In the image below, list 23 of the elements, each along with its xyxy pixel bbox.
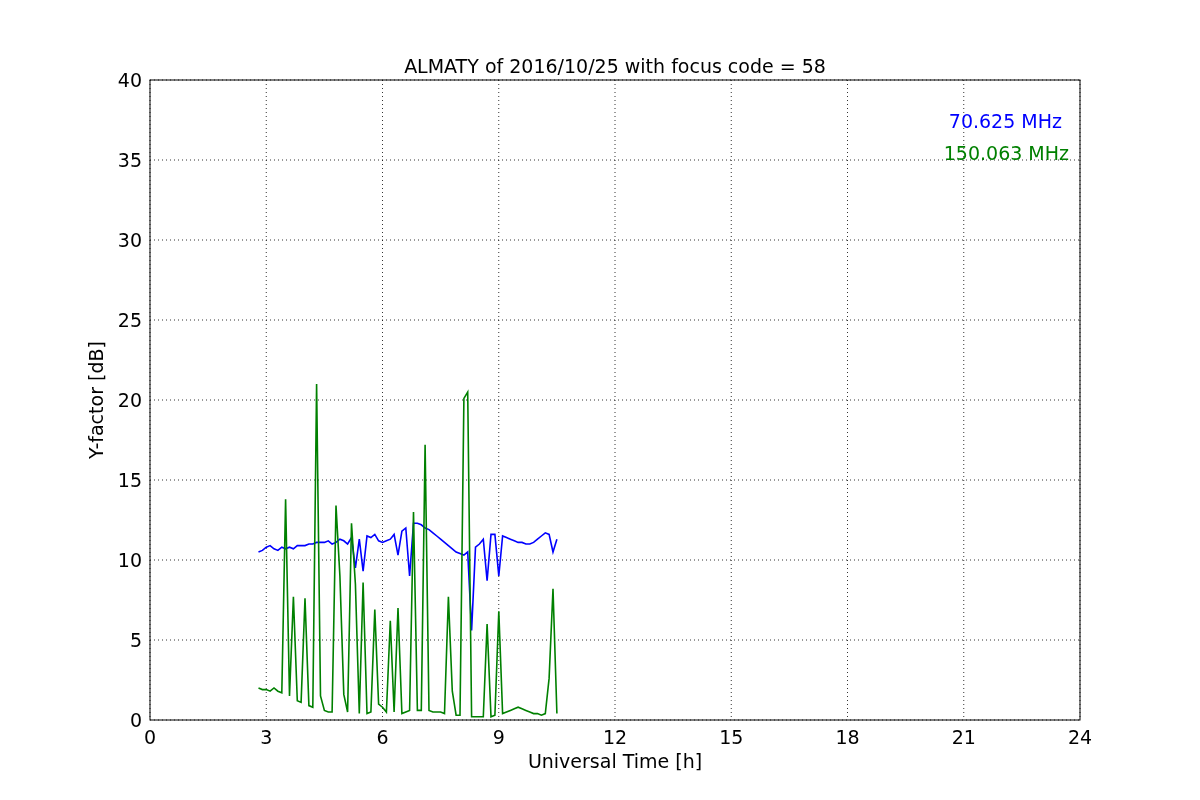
tick-label: 6 [376,726,389,748]
tick-label: 5 [129,629,142,651]
legend-label: 150.063 MHz [943,142,1069,164]
axis-label: Universal Time [h] [527,750,703,772]
tick-label: 30 [117,229,142,251]
tick-label: 18 [835,726,860,748]
tick-label: 25 [117,309,142,331]
axis-label: Y-factor [dB] [85,341,107,459]
tick-label: 15 [719,726,744,748]
tick-label: 0 [143,726,157,748]
tick-label: 0 [129,709,142,731]
tick-label: 20 [117,389,142,411]
chart-title: ALMATY of 2016/10/25 with focus code = 58 [404,55,826,77]
legend-label: 70.625 MHz [948,110,1062,132]
tick-label: 3 [260,726,273,748]
tick-label: 10 [117,549,142,571]
tick-label: 15 [117,469,142,491]
tick-label: 24 [1067,726,1093,748]
tick-label: 12 [602,726,628,748]
tick-label: 21 [951,726,976,748]
tick-label: 40 [117,69,142,91]
tick-label: 9 [492,726,505,748]
tick-label: 35 [117,149,142,171]
